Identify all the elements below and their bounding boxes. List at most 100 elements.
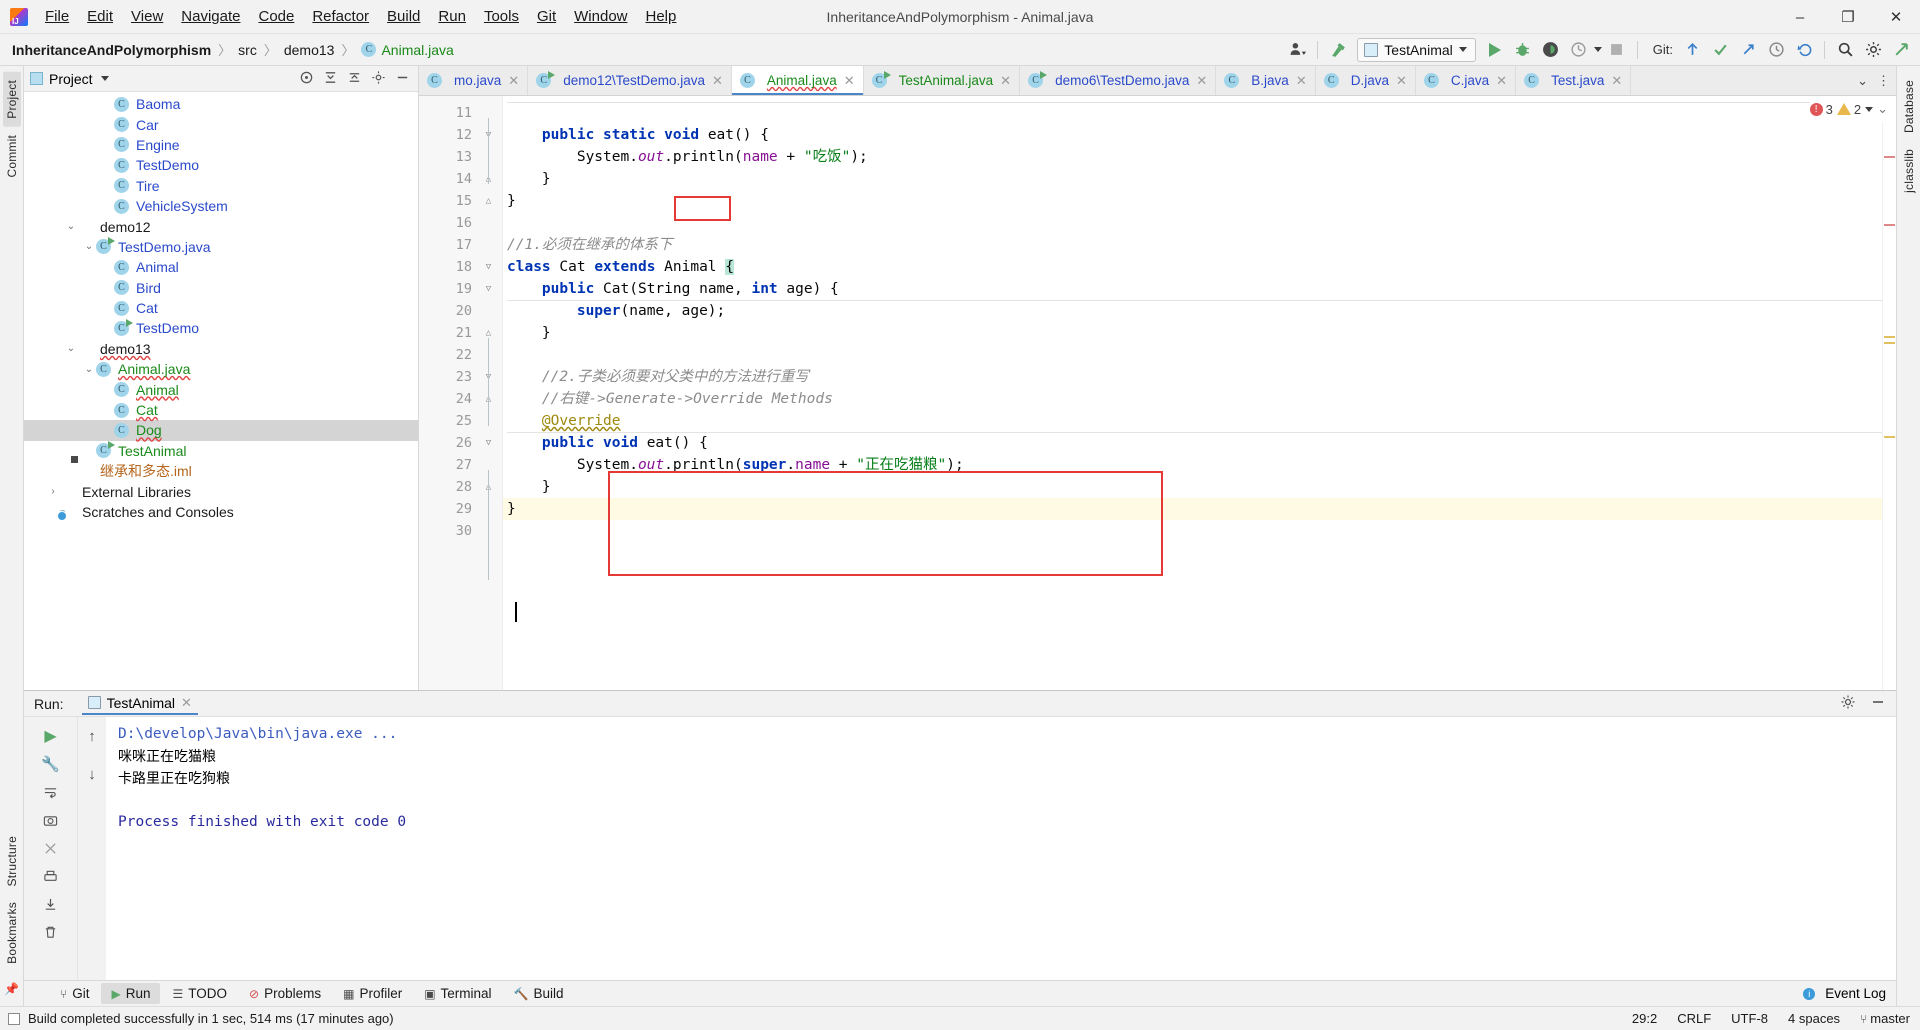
update-project-icon[interactable] — [1679, 37, 1705, 63]
menu-build[interactable]: Build — [378, 3, 429, 31]
git-branch[interactable]: ⑂ master — [1860, 1011, 1910, 1026]
tree-node-tire[interactable]: ·C Tire — [24, 176, 418, 196]
menu-tools[interactable]: Tools — [475, 3, 528, 31]
sidebar-tab-database[interactable]: Database — [1900, 72, 1918, 141]
gutter-line-18[interactable]: 18 ▽ — [419, 256, 502, 278]
commit-icon[interactable] — [1707, 37, 1733, 63]
editor-tab-animal-java[interactable]: C Animal.java ✕ — [731, 66, 864, 95]
gutter-line-27[interactable]: 27 — [419, 454, 502, 476]
run-settings-gear-icon[interactable] — [1840, 694, 1856, 713]
code-line-27[interactable]: System.out.println(super.name + "正在吃猫粮")… — [503, 454, 1882, 476]
bottom-tab-terminal[interactable]: ▣ Terminal — [414, 983, 501, 1004]
editor-tab-te-t-java[interactable]: C Test.java ✕ — [1516, 66, 1632, 95]
editor-tab-close-icon[interactable]: ✕ — [712, 73, 723, 89]
code-line-23[interactable]: //2.子类必须要对父类中的方法进行重写 — [503, 366, 1882, 388]
gutter-line-13[interactable]: 13 — [419, 146, 502, 168]
hide-panel-icon[interactable] — [395, 70, 410, 88]
code-fold-icon[interactable]: △ — [483, 327, 494, 338]
line-separator[interactable]: CRLF — [1677, 1011, 1711, 1026]
gutter-line-22[interactable]: 22 — [419, 344, 502, 366]
file-encoding[interactable]: UTF-8 — [1731, 1011, 1768, 1026]
tree-node-baoma[interactable]: ·C Baoma — [24, 94, 418, 114]
breadcrumb-file[interactable]: Animal.java — [381, 42, 453, 58]
scroll-up-icon[interactable]: ↑ — [79, 723, 105, 749]
run-with-coverage-button[interactable] — [1538, 37, 1564, 63]
tree-node-car[interactable]: ·C Car — [24, 114, 418, 134]
run-button[interactable] — [1482, 37, 1508, 63]
editor-tab-te-tanimal-java[interactable]: C TestAnimal.java ✕ — [863, 66, 1021, 95]
trace-icon[interactable] — [38, 835, 64, 861]
tree-node-bird[interactable]: ·C Bird — [24, 278, 418, 298]
inspection-chevron-icon[interactable] — [1865, 106, 1874, 112]
chevron-down-icon[interactable]: ⌄ — [64, 221, 78, 232]
bottom-tab-todo[interactable]: ☰ TODO — [162, 983, 237, 1004]
code-line-15[interactable]: } — [503, 190, 1882, 212]
search-icon[interactable] — [1832, 37, 1858, 63]
tree-node-animal[interactable]: ·C Animal — [24, 257, 418, 277]
tree-node-external librarie-[interactable]: › External Libraries — [24, 481, 418, 501]
gutter-line-12[interactable]: 12▽ — [419, 124, 502, 146]
editor-tab-b-java[interactable]: C B.java ✕ — [1216, 66, 1316, 95]
chevron-down-icon[interactable]: ⌄ — [64, 343, 78, 354]
gutter-line-14[interactable]: 14△ — [419, 168, 502, 190]
tree-node-vehiclesy-tem[interactable]: ·C VehicleSystem — [24, 196, 418, 216]
editor-tabs[interactable]: Cmo.java ✕ Cdemo12\TestDemo.java ✕ C Animal.j… — [419, 66, 1896, 96]
gutter-line-19[interactable]: 19 ▽ — [419, 278, 502, 300]
gutter-line-24[interactable]: 24△ — [419, 388, 502, 410]
chevron-right-icon[interactable]: › — [46, 486, 60, 497]
code-line-30[interactable] — [503, 520, 1882, 542]
gutter-line-16[interactable]: 16 — [419, 212, 502, 234]
run-tab-close-icon[interactable]: ✕ — [181, 695, 192, 711]
code-line-24[interactable]: //右键->Generate->Override Methods — [503, 388, 1882, 410]
editor-tab-close-icon[interactable]: ✕ — [1196, 73, 1207, 89]
code-line-11[interactable] — [503, 102, 1882, 124]
minimize-button[interactable]: – — [1776, 0, 1824, 34]
editor-tab-close-icon[interactable]: ✕ — [1000, 73, 1011, 89]
history-icon[interactable] — [1763, 37, 1789, 63]
rollback-icon[interactable] — [1791, 37, 1817, 63]
sidebar-tab-commit[interactable]: Commit — [3, 127, 21, 186]
camera-icon[interactable] — [38, 807, 64, 833]
code-line-29[interactable]: } — [503, 498, 1882, 520]
breadcrumb-project[interactable]: InheritanceAndPolymorphism — [12, 42, 211, 58]
tree-node-cat[interactable]: ·C Cat — [24, 400, 418, 420]
gutter-line-11[interactable]: 11 — [419, 102, 502, 124]
warning-count-badge[interactable]: 2 — [1836, 102, 1861, 117]
menu-navigate[interactable]: Navigate — [172, 3, 249, 31]
caret-position[interactable]: 29:2 — [1632, 1011, 1657, 1026]
code-line-18[interactable]: class Cat extends Animal { — [503, 256, 1882, 278]
tree-node-scratche- and con-ole-[interactable]: ·>Scratches and Consoles — [24, 502, 418, 522]
sidebar-tab-project[interactable]: Project — [2, 72, 21, 127]
tree-node-demo13[interactable]: ⌄ demo13 — [24, 339, 418, 359]
sidebar-tab-bookmarks[interactable]: Bookmarks — [3, 894, 21, 972]
hide-run-panel-icon[interactable] — [1870, 694, 1886, 713]
build-icon[interactable] — [1325, 37, 1351, 63]
event-log-label[interactable]: Event Log — [1825, 986, 1886, 1001]
trash-icon[interactable] — [38, 919, 64, 945]
editor-scrollbar[interactable] — [1882, 96, 1896, 690]
menu-git[interactable]: Git — [528, 3, 565, 31]
editor-tab-close-icon[interactable]: ✕ — [1396, 73, 1407, 89]
chevron-down-icon[interactable]: ⌄ — [82, 364, 96, 375]
menu-run[interactable]: Run — [429, 3, 475, 31]
sidebar-tab-structure[interactable]: Structure — [3, 828, 21, 895]
search-everywhere-icon[interactable] — [1888, 37, 1914, 63]
tree-node-animal[interactable]: ·C Animal — [24, 379, 418, 399]
print-icon[interactable] — [38, 863, 64, 889]
breadcrumb-package[interactable]: demo13 — [284, 42, 335, 58]
settings-gear-icon[interactable] — [1860, 37, 1886, 63]
editor-tab-close-icon[interactable]: ✕ — [844, 73, 855, 89]
run-tab-testanimal[interactable]: TestAnimal ✕ — [81, 693, 198, 715]
chevron-down-icon[interactable]: ⌄ — [82, 241, 96, 252]
gutter-line-30[interactable]: 30 — [419, 520, 502, 542]
menu-file[interactable]: File — [36, 3, 78, 31]
editor-tab-close-icon[interactable]: ✕ — [1611, 73, 1622, 89]
project-view-chevron-icon[interactable] — [100, 76, 109, 81]
gutter-line-25[interactable]: 25 — [419, 410, 502, 432]
gutter-line-23[interactable]: 23▽ — [419, 366, 502, 388]
gutter-line-15[interactable]: 15 △ — [419, 190, 502, 212]
code-editor[interactable]: public static void eat() { System.out.pr… — [503, 96, 1882, 690]
editor-tab-demo12-te-tdemo-java[interactable]: Cdemo12\TestDemo.java ✕ — [528, 66, 732, 95]
menu-window[interactable]: Window — [565, 3, 636, 31]
export-icon[interactable] — [38, 891, 64, 917]
